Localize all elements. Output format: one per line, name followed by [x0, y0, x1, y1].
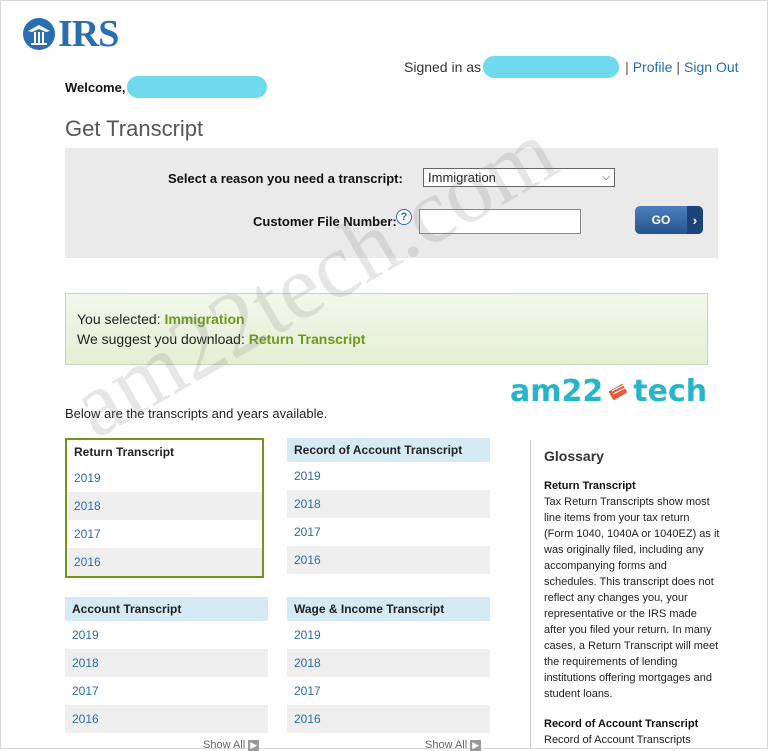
- year-link[interactable]: 2019: [287, 621, 490, 649]
- irs-logo-text: IRS: [58, 13, 119, 55]
- transcript-form: Select a reason you need a transcript: I…: [65, 148, 718, 258]
- reason-label: Select a reason you need a transcript:: [168, 171, 403, 186]
- profile-link[interactable]: Profile: [633, 59, 673, 75]
- year-link[interactable]: 2019: [67, 464, 262, 492]
- page-title: Get Transcript: [65, 116, 204, 141]
- brand-logo-right: tech: [633, 374, 708, 409]
- reason-select-value: Immigration: [428, 170, 496, 185]
- year-link[interactable]: 2016: [65, 705, 268, 733]
- transcripts-intro: Below are the transcripts and years avai…: [65, 406, 328, 421]
- suggest-prefix: We suggest you download:: [77, 331, 245, 347]
- suggested-value: Return Transcript: [248, 331, 366, 347]
- transcript-box-return: Return Transcript 2019 2018 2017 2016: [65, 438, 264, 578]
- glossary-title: Glossary: [544, 448, 604, 464]
- help-icon[interactable]: ?: [396, 209, 412, 225]
- year-link[interactable]: 2018: [67, 492, 262, 520]
- glossary-definition: Record of Account Transcripts: [544, 734, 691, 746]
- year-link[interactable]: 2019: [65, 621, 268, 649]
- year-link[interactable]: 2016: [287, 705, 490, 733]
- chevron-right-icon: ›: [687, 206, 703, 234]
- year-link[interactable]: 2017: [287, 677, 490, 705]
- year-link[interactable]: 2018: [287, 649, 490, 677]
- customer-file-number-input[interactable]: [419, 209, 581, 234]
- separator: |: [676, 59, 681, 75]
- go-button[interactable]: GO ›: [635, 206, 703, 234]
- redacted-name: [127, 76, 268, 98]
- show-all-label: Show All: [425, 739, 468, 751]
- selected-reason-line: You selected: Immigration: [77, 311, 245, 327]
- transcript-title: Account Transcript: [65, 597, 268, 621]
- signed-in-label: Signed in as: [404, 59, 482, 75]
- glossary-panel: Glossary Return Transcript Tax Return Tr…: [530, 440, 720, 749]
- year-link[interactable]: 2019: [287, 462, 490, 490]
- year-link[interactable]: 2016: [67, 548, 262, 576]
- transcript-title: Return Transcript: [67, 440, 262, 464]
- eagle-icon: [23, 18, 55, 50]
- go-button-label: GO: [651, 213, 671, 227]
- chevron-down-icon: ⌵: [602, 172, 610, 183]
- transcript-title: Record of Account Transcript: [287, 438, 490, 462]
- selected-prefix: You selected:: [77, 311, 161, 327]
- pencil-icon: [608, 383, 628, 400]
- transcript-title: Wage & Income Transcript: [287, 597, 490, 621]
- irs-logo[interactable]: IRS: [22, 13, 119, 55]
- year-link[interactable]: 2017: [67, 520, 262, 548]
- glossary-term: Return Transcript: [544, 480, 636, 492]
- am22tech-logo: am22 tech: [510, 374, 707, 409]
- transcript-box-record-of-account: Record of Account Transcript 2019 2018 2…: [287, 438, 490, 574]
- brand-logo-left: am22: [510, 374, 604, 409]
- show-all-link[interactable]: Show All ▶: [203, 739, 260, 751]
- glossary-definition: Tax Return Transcripts show most line it…: [544, 496, 720, 700]
- selected-value: Immigration: [164, 311, 245, 327]
- separator: |: [625, 59, 629, 75]
- year-link[interactable]: 2017: [65, 677, 268, 705]
- year-link[interactable]: 2018: [287, 490, 490, 518]
- welcome-message: Welcome,: [65, 76, 268, 98]
- year-link[interactable]: 2017: [287, 518, 490, 546]
- sign-out-link[interactable]: Sign Out: [684, 59, 738, 75]
- welcome-label: Welcome,: [65, 79, 126, 95]
- transcript-box-wage-income: Wage & Income Transcript 2019 2018 2017 …: [287, 597, 490, 733]
- customer-file-number-label: Customer File Number:: [253, 214, 397, 229]
- year-link[interactable]: 2016: [287, 546, 490, 574]
- suggested-transcript-line: We suggest you download: Return Transcri…: [77, 331, 365, 347]
- glossary-term: Record of Account Transcript: [544, 718, 699, 730]
- suggestion-box: You selected: Immigration We suggest you…: [65, 293, 708, 365]
- redacted-username: [483, 56, 620, 78]
- transcript-box-account: Account Transcript 2019 2018 2017 2016: [65, 597, 268, 733]
- show-all-label: Show All: [203, 739, 246, 751]
- signed-in-bar: Signed in as | Profile | Sign Out: [404, 56, 739, 78]
- reason-select[interactable]: Immigration ⌵: [423, 168, 615, 187]
- year-link[interactable]: 2018: [65, 649, 268, 677]
- show-all-link[interactable]: Show All ▶: [425, 739, 482, 751]
